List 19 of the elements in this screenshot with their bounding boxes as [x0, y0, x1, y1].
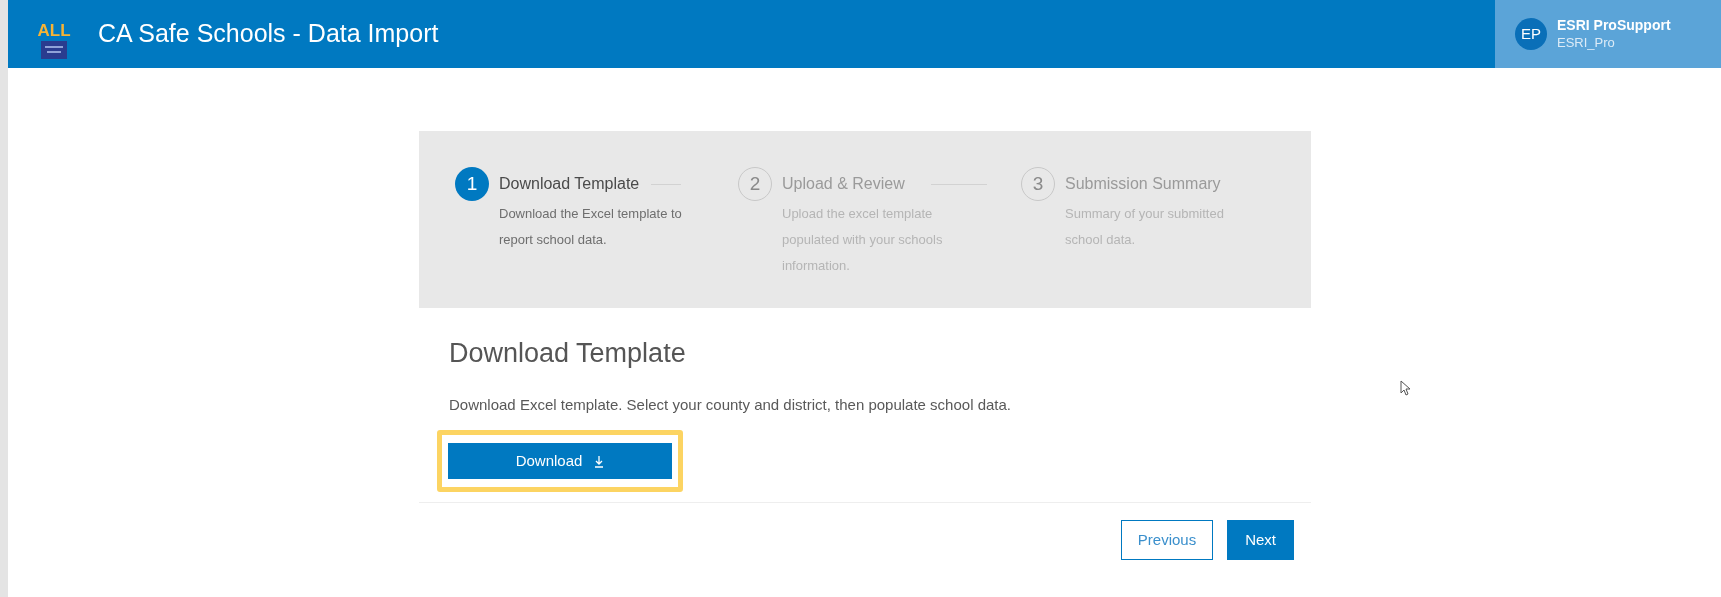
app-title: CA Safe Schools - Data Import	[98, 18, 439, 50]
step-description: Download the Excel template to report school data.	[499, 205, 683, 249]
step-title: Submission Summary	[1065, 174, 1221, 194]
step-title: Upload & Review	[782, 174, 905, 194]
mouse-pointer-icon	[1400, 380, 1411, 396]
download-button[interactable]: Download	[448, 443, 672, 479]
user-avatar: EP	[1515, 18, 1547, 50]
user-username: ESRI_Pro	[1557, 34, 1616, 51]
user-menu[interactable]: EP ESRI ProSupport ESRI_Pro	[1495, 0, 1721, 68]
next-button[interactable]: Next	[1227, 520, 1294, 560]
logo-emblem-icon	[41, 41, 67, 59]
download-icon	[594, 454, 605, 468]
step-title: Download Template	[499, 174, 640, 194]
step-number[interactable]: 1	[455, 167, 489, 201]
previous-button[interactable]: Previous	[1120, 520, 1214, 560]
section-heading: Download Template	[449, 337, 687, 370]
section-description: Download Excel template. Select your county and district, then populate school data.	[449, 394, 1012, 415]
logo-text: ALL	[37, 22, 71, 39]
user-name: ESRI ProSupport	[1557, 17, 1671, 35]
